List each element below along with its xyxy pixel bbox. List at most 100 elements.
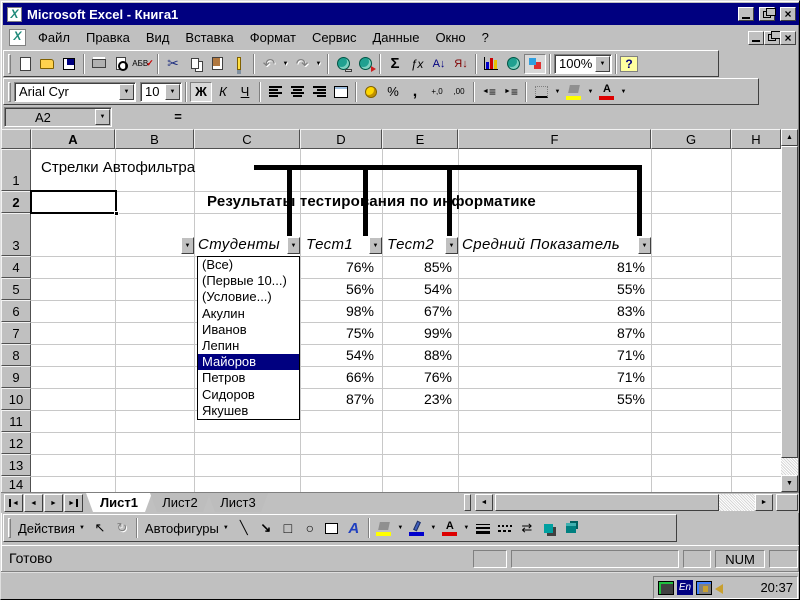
row-header-9[interactable]: 9 <box>1 366 31 388</box>
clock[interactable]: 20:37 <box>760 580 793 595</box>
header-test1[interactable]: Тест1 <box>306 235 368 254</box>
tab-sheet3[interactable]: Лист3 <box>208 493 268 512</box>
filter-option-ivanov[interactable]: Иванов <box>198 322 299 338</box>
cell-d8[interactable]: 54% <box>300 344 374 366</box>
menu-data[interactable]: Данные <box>364 28 427 47</box>
cell-e5[interactable]: 54% <box>382 278 452 300</box>
cell-e6[interactable]: 67% <box>382 300 452 322</box>
restore-button[interactable] <box>759 7 775 21</box>
fill-color-button[interactable] <box>563 82 585 102</box>
line-color-button[interactable] <box>406 518 428 538</box>
cell-e10[interactable]: 23% <box>382 388 452 410</box>
filter-option-akulin[interactable]: Акулин <box>198 306 299 322</box>
sort-descending-button[interactable]: Я↓ <box>450 54 472 74</box>
language-indicator[interactable]: En <box>677 580 693 595</box>
hscroll-right-button[interactable]: ► <box>755 494 773 511</box>
row-header-13[interactable]: 13 <box>1 454 31 476</box>
name-box[interactable]: A2▼ <box>4 107 112 127</box>
font-dropdown-arrow-icon[interactable]: ▼ <box>119 84 134 100</box>
menu-window[interactable]: Окно <box>427 28 473 47</box>
prev-sheet-button[interactable]: ◄ <box>24 494 43 512</box>
name-box-arrow-icon[interactable]: ▼ <box>95 109 110 125</box>
cell-e8[interactable]: 88% <box>382 344 452 366</box>
next-sheet-button[interactable]: ► <box>44 494 63 512</box>
cell-f6[interactable]: 83% <box>458 300 645 322</box>
currency-button[interactable] <box>360 82 382 102</box>
oval-tool-button[interactable]: ○ <box>299 518 321 538</box>
doc-restore-button[interactable] <box>764 31 780 45</box>
table-title[interactable]: Результаты тестирования по информатике <box>207 191 536 213</box>
row-header-2[interactable]: 2 <box>1 191 31 213</box>
threed-button[interactable] <box>560 518 582 538</box>
first-sheet-button[interactable]: ◄ <box>4 494 23 512</box>
filter-option-custom[interactable]: (Условие...) <box>198 289 299 305</box>
borders-dropdown[interactable]: ▼ <box>552 82 563 102</box>
vscroll-track[interactable] <box>781 458 798 475</box>
filter-option-top10[interactable]: (Первые 10...) <box>198 273 299 289</box>
row-header-7[interactable]: 7 <box>1 322 31 344</box>
hscroll-left-button[interactable]: ◄ <box>475 494 493 511</box>
font-color-dropdown[interactable]: ▼ <box>618 82 629 102</box>
redo-button[interactable]: ↷ <box>291 54 313 74</box>
column-header-g[interactable]: G <box>651 129 731 149</box>
toolbar-grip[interactable] <box>8 518 11 538</box>
filter-button-test1[interactable]: ▼ <box>369 237 382 254</box>
header-test2[interactable]: Тест2 <box>387 235 444 254</box>
help-button[interactable]: ? <box>620 56 638 72</box>
wordart-button[interactable]: A <box>343 518 365 538</box>
italic-button[interactable]: К <box>212 82 234 102</box>
new-button[interactable] <box>14 54 36 74</box>
open-button[interactable] <box>36 54 58 74</box>
row-header-10[interactable]: 10 <box>1 388 31 410</box>
filter-option-yakushev[interactable]: Якушев <box>198 403 299 419</box>
format-painter-button[interactable] <box>228 54 250 74</box>
cell-f4[interactable]: 81% <box>458 256 645 278</box>
menu-tools[interactable]: Сервис <box>304 28 365 47</box>
row-header-4[interactable]: 4 <box>1 256 31 278</box>
line-tool-button[interactable]: ╲ <box>233 518 255 538</box>
row-header-14[interactable]: 14 <box>1 476 31 493</box>
cell-e9[interactable]: 76% <box>382 366 452 388</box>
draw-fill-dropdown[interactable]: ▼ <box>395 518 406 538</box>
map-button[interactable] <box>502 54 524 74</box>
arrow-style-button[interactable]: ⇄ <box>516 518 538 538</box>
column-header-c[interactable]: C <box>194 129 300 149</box>
cut-button[interactable]: ✂ <box>162 54 184 74</box>
fill-handle[interactable] <box>114 211 119 216</box>
zoom-dropdown-arrow-icon[interactable]: ▼ <box>595 56 610 72</box>
filter-button-students[interactable]: ▼ <box>287 237 300 254</box>
draw-fill-color-button[interactable] <box>373 518 395 538</box>
filter-option-mayorov-selected[interactable]: Майоров <box>198 354 299 370</box>
zoom-combo[interactable]: 100%▼ <box>554 54 612 74</box>
cell-d5[interactable]: 56% <box>300 278 374 300</box>
draw-actions-menu[interactable]: Действия▼ <box>14 521 89 536</box>
font-name-combo[interactable]: Arial Cyr▼ <box>14 82 136 102</box>
decrease-decimal-button[interactable]: ,00 <box>448 82 470 102</box>
filter-button-test2[interactable]: ▼ <box>445 237 458 254</box>
shadow-button[interactable] <box>538 518 560 538</box>
autosum-button[interactable]: Σ <box>384 54 406 74</box>
cell-d7[interactable]: 75% <box>300 322 374 344</box>
autoshapes-menu[interactable]: Автофигуры▼ <box>141 521 233 536</box>
menu-edit[interactable]: Правка <box>78 28 138 47</box>
cell-f9[interactable]: 71% <box>458 366 645 388</box>
header-average[interactable]: Средний Показатель <box>462 235 637 254</box>
doc-minimize-button[interactable] <box>748 31 764 45</box>
menu-help[interactable]: ? <box>474 28 497 47</box>
underline-button[interactable]: Ч <box>234 82 256 102</box>
column-header-b[interactable]: B <box>115 129 194 149</box>
menu-file[interactable]: Файл <box>30 28 78 47</box>
filter-option-sidorov[interactable]: Сидоров <box>198 387 299 403</box>
sort-ascending-button[interactable]: А↓ <box>428 54 450 74</box>
row-header-5[interactable]: 5 <box>1 278 31 300</box>
column-header-a[interactable]: A <box>31 129 115 149</box>
filter-option-lepin[interactable]: Лепин <box>198 338 299 354</box>
insert-hyperlink-button[interactable] <box>332 54 354 74</box>
draw-font-color-button[interactable]: А <box>439 518 461 538</box>
column-header-h[interactable]: H <box>731 129 781 149</box>
filter-button-b3[interactable]: ▼ <box>181 237 194 254</box>
merge-center-button[interactable] <box>330 82 352 102</box>
row-header-3[interactable]: 3 <box>1 213 31 256</box>
row-header-11[interactable]: 11 <box>1 410 31 432</box>
minimize-button[interactable] <box>738 7 754 21</box>
